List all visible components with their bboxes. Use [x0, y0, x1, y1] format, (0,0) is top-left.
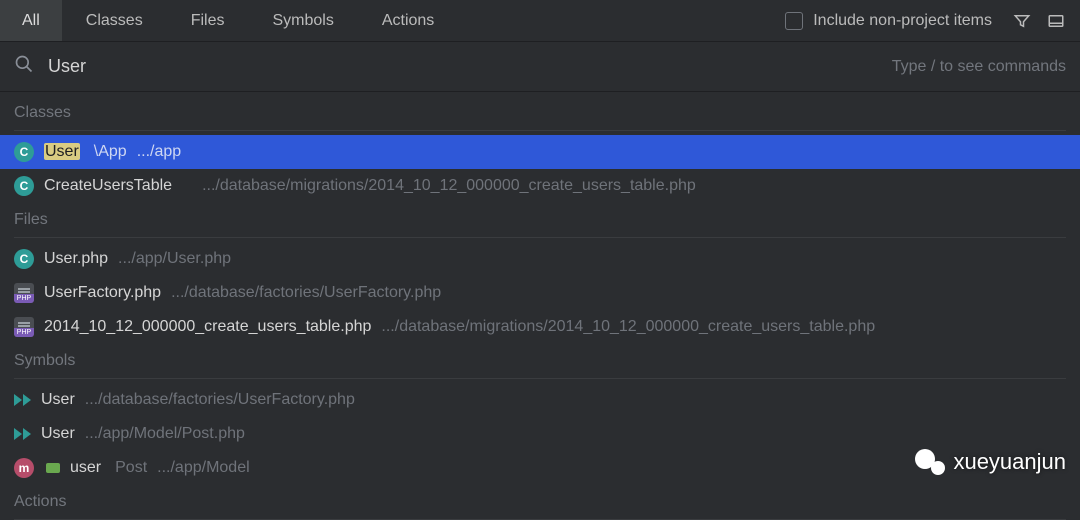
panel-button[interactable] [1042, 7, 1070, 35]
section-header-classes: Classes [0, 96, 1080, 126]
result-name: 2014_10_12_000000_create_users_table.php [44, 318, 371, 336]
watermark: xueyuanjun [915, 449, 1066, 475]
result-context: \App [94, 143, 127, 161]
section-header-symbols: Symbols [0, 344, 1080, 374]
result-name: User.php [44, 250, 108, 268]
result-path: .../app/Model [157, 459, 250, 477]
tab-all[interactable]: All [0, 0, 62, 41]
result-path: .../app/Model/Post.php [85, 425, 245, 443]
folder-icon [46, 463, 60, 473]
result-row[interactable]: PHP UserFactory.php .../database/factori… [0, 276, 1080, 310]
symbol-icon [14, 428, 31, 440]
class-icon: C [14, 176, 34, 196]
result-path: .../database/migrations/2014_10_12_00000… [202, 177, 696, 195]
section-header-files: Files [0, 203, 1080, 233]
include-non-project-toggle[interactable]: Include non-project items [785, 12, 1002, 30]
tabs: All Classes Files Symbols Actions [0, 0, 458, 41]
search-hint: Type / to see commands [892, 58, 1066, 76]
result-path: .../database/factories/UserFactory.php [85, 391, 355, 409]
tab-bar: All Classes Files Symbols Actions Includ… [0, 0, 1080, 42]
wechat-icon [915, 449, 945, 475]
filter-button[interactable] [1008, 7, 1036, 35]
class-icon: C [14, 142, 34, 162]
tab-actions[interactable]: Actions [358, 0, 458, 41]
panel-icon [1047, 12, 1065, 30]
divider [14, 378, 1066, 379]
include-label: Include non-project items [813, 12, 992, 30]
result-name: CreateUsersTable [44, 177, 172, 195]
divider [14, 237, 1066, 238]
class-icon: C [14, 249, 34, 269]
result-name: UserFactory.php [44, 284, 161, 302]
search-icon [14, 54, 34, 79]
php-file-icon: PHP [14, 317, 34, 337]
symbol-icon [14, 394, 31, 406]
result-name: User [44, 143, 80, 161]
result-row[interactable]: C User.php .../app/User.php [0, 242, 1080, 276]
result-path: .../app/User.php [118, 250, 231, 268]
tab-symbols[interactable]: Symbols [248, 0, 357, 41]
result-path: .../app [137, 143, 181, 161]
result-path: .../database/migrations/2014_10_12_00000… [381, 318, 875, 336]
php-file-icon: PHP [14, 283, 34, 303]
result-row[interactable]: User .../app/Model/Post.php [0, 417, 1080, 451]
result-row[interactable]: C CreateUsersTable .../database/migratio… [0, 169, 1080, 203]
result-name: user [70, 459, 101, 477]
search-row: Type / to see commands [0, 42, 1080, 92]
result-name: User [41, 391, 75, 409]
result-path: .../database/factories/UserFactory.php [171, 284, 441, 302]
result-row[interactable]: PHP 2014_10_12_000000_create_users_table… [0, 310, 1080, 344]
search-input[interactable] [48, 56, 892, 77]
checkbox-icon [785, 12, 803, 30]
section-header-actions: Actions [0, 485, 1080, 515]
filter-icon [1013, 12, 1031, 30]
match-highlight: User [44, 143, 80, 160]
method-icon: m [14, 458, 34, 478]
result-context: Post [115, 459, 147, 477]
result-row[interactable]: User .../database/factories/UserFactory.… [0, 383, 1080, 417]
divider [14, 130, 1066, 131]
tab-classes[interactable]: Classes [62, 0, 167, 41]
result-row[interactable]: C User \App .../app [0, 135, 1080, 169]
result-name: User [41, 425, 75, 443]
tab-files[interactable]: Files [167, 0, 249, 41]
watermark-text: xueyuanjun [953, 449, 1066, 475]
